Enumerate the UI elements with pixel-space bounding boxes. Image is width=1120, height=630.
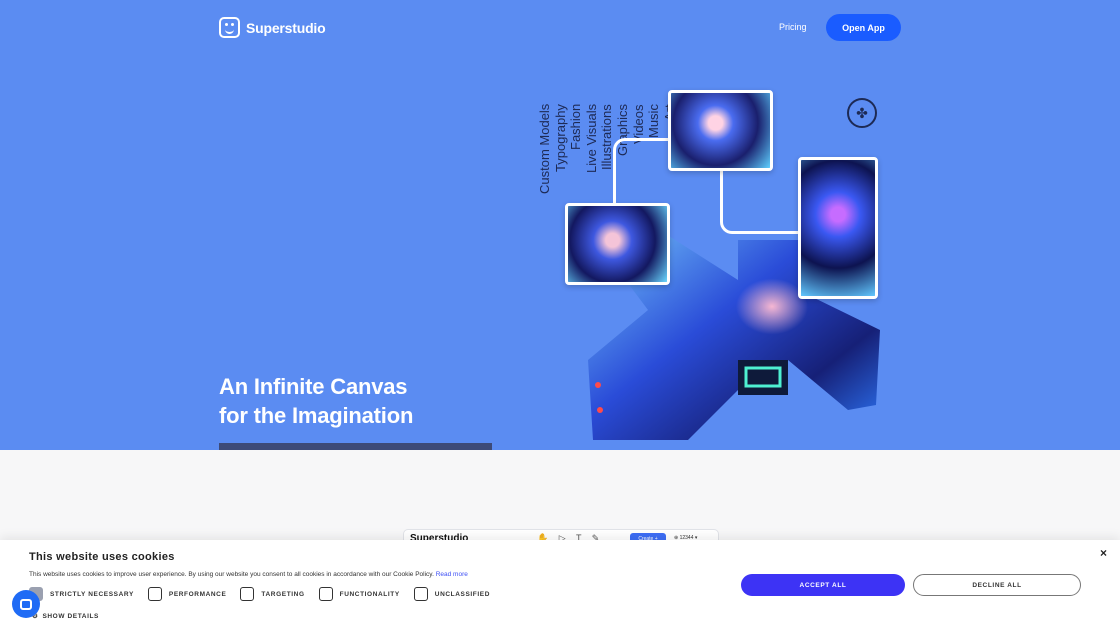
- category-word: Fashion: [568, 104, 584, 151]
- cookie-description: This website uses cookies to improve use…: [29, 571, 468, 578]
- cookie-options: STRICTLY NECESSARY PERFORMANCE TARGETING FU…: [29, 587, 490, 601]
- smiley-logo-icon: [219, 17, 240, 38]
- cookie-option-label: PERFORMANCE: [168, 590, 227, 598]
- cookie-option-label: TARGETING: [261, 590, 305, 598]
- cookie-banner: This website uses cookies This website u…: [0, 540, 1120, 630]
- category-word: Custom Models: [537, 104, 552, 195]
- sprout-logo-icon: ✤: [847, 98, 877, 128]
- headline-line: An Infinite Canvas: [219, 374, 408, 399]
- chat-icon: [20, 598, 32, 610]
- cookie-option-label: FUNCTIONALITY: [339, 590, 400, 598]
- headline-line: for the Imagination: [219, 403, 414, 428]
- cookie-option[interactable]: PERFORMANCE: [147, 587, 227, 601]
- connector-line: [613, 138, 673, 212]
- hero-section: Superstudio Pricing Open App Custom Mode…: [0, 0, 1120, 450]
- cookie-option[interactable]: TARGETING: [240, 587, 304, 601]
- checkbox[interactable]: [318, 587, 333, 601]
- cookie-option[interactable]: UNCLASSIFIED: [413, 587, 491, 601]
- cookie-option-label: STRICTLY NECESSARY: [50, 590, 134, 598]
- hero-underline-bar: [219, 443, 492, 450]
- accept-all-button[interactable]: ACCEPT ALL: [741, 574, 905, 596]
- checkbox[interactable]: [147, 587, 162, 601]
- brand-name: Superstudio: [246, 19, 326, 36]
- cookie-option[interactable]: STRICTLY NECESSARY: [29, 587, 134, 601]
- hero-headline: An Infinite Canvas for the Imagination: [219, 372, 413, 430]
- category-word: Typography: [552, 104, 568, 172]
- artwork-thumbnail[interactable]: [565, 203, 670, 285]
- checkbox[interactable]: [240, 587, 255, 601]
- close-icon[interactable]: ×: [1100, 546, 1107, 560]
- chat-launcher-button[interactable]: [12, 590, 40, 618]
- category-word: Live Visuals: [583, 104, 599, 174]
- artwork-thumbnail[interactable]: [798, 157, 878, 299]
- cookie-option[interactable]: FUNCTIONALITY: [318, 587, 400, 601]
- decline-all-button[interactable]: DECLINE ALL: [913, 574, 1081, 596]
- show-details-toggle[interactable]: ⚙ SHOW DETAILS: [32, 612, 99, 621]
- cookie-option-label: UNCLASSIFIED: [434, 590, 491, 598]
- cookie-description-text: This website uses cookies to improve use…: [29, 571, 434, 578]
- cookie-title: This website uses cookies: [29, 551, 175, 563]
- nav-pricing-link[interactable]: Pricing: [779, 22, 807, 32]
- artwork-thumbnail[interactable]: [668, 90, 773, 171]
- checkbox[interactable]: [413, 587, 428, 601]
- show-details-label: SHOW DETAILS: [42, 612, 99, 620]
- read-more-link[interactable]: Read more: [436, 571, 468, 578]
- open-app-button[interactable]: Open App: [826, 14, 901, 41]
- brand-logo[interactable]: Superstudio: [219, 17, 326, 38]
